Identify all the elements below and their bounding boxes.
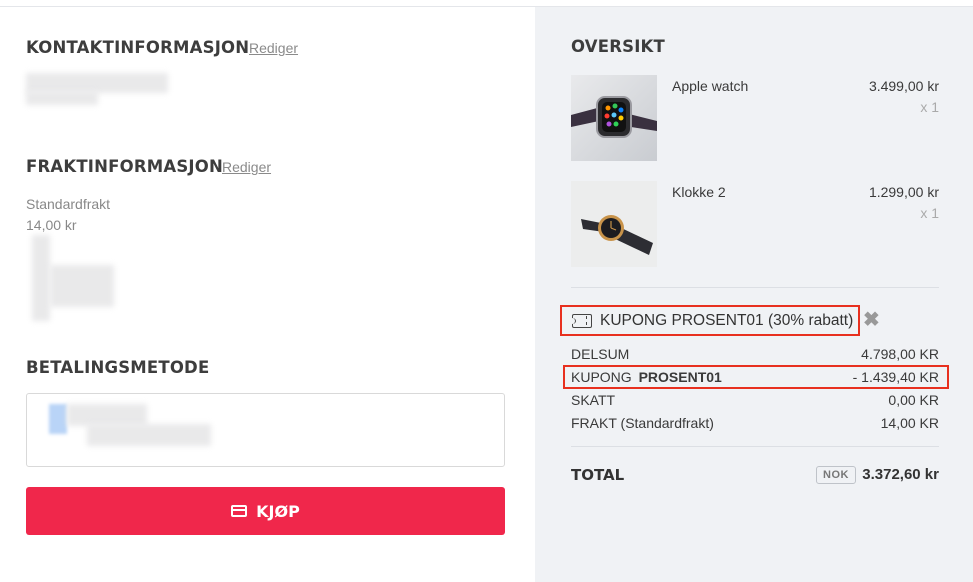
coupon-tag: KUPONG PROSENT01 (30% rabatt)	[560, 305, 860, 336]
order-overview: OVERSIKT Apple watch 3.499,00 kr x 1 Klo…	[535, 7, 973, 582]
divider	[571, 287, 939, 288]
contact-redacted-2	[26, 91, 98, 105]
card-redacted	[67, 404, 147, 426]
watch-image	[571, 181, 657, 267]
contact-title: KONTAKTINFORMASJON	[26, 38, 250, 57]
remove-coupon-icon[interactable]: ✖	[863, 310, 880, 330]
tax-value: 0,00 KR	[888, 392, 939, 408]
coupon-value: - 1.439,40 KR	[852, 369, 939, 385]
address-redacted-2	[50, 265, 114, 307]
item-name: Apple watch	[672, 78, 749, 94]
shipping-method: Standardfrakt	[26, 196, 111, 212]
contact-redacted	[26, 73, 168, 93]
total-label: TOTAL	[571, 466, 625, 484]
item-quantity: x 1	[920, 205, 939, 221]
credit-card-icon	[231, 505, 248, 517]
item-price: 1.299,00 kr	[868, 184, 939, 200]
item-quantity: x 1	[920, 99, 939, 115]
card-redacted-accent	[49, 404, 67, 434]
buy-button[interactable]: KJØP	[26, 487, 505, 535]
subtotal-row: DELSUM 4.798,00 KR	[571, 346, 939, 362]
coupon-discount-row: KUPONG PROSENT01 - 1.439,40 KR	[563, 365, 949, 389]
checkout-details: KONTAKTINFORMASJON Rediger FRAKTINFORMAS…	[0, 7, 535, 582]
contact-edit-link[interactable]: Rediger	[249, 40, 298, 56]
tax-row: SKATT 0,00 KR	[571, 392, 939, 408]
coupon-label: KUPONG	[571, 369, 632, 385]
coupon-discount-label: KUPONG PROSENT01	[571, 369, 722, 385]
shipping-edit-link[interactable]: Rediger	[222, 159, 271, 175]
shipping-price: 14,00 kr	[26, 217, 77, 233]
top-border	[0, 0, 973, 7]
payment-method-box[interactable]	[26, 393, 505, 467]
item-name: Klokke 2	[672, 184, 726, 200]
subtotal-value: 4.798,00 KR	[861, 346, 939, 362]
item-price: 3.499,00 kr	[868, 78, 939, 94]
freight-label: FRAKT (Standardfrakt)	[571, 415, 714, 431]
shipping-title: FRAKTINFORMASJON	[26, 157, 223, 176]
payment-title: BETALINGSMETODE	[26, 358, 210, 377]
subtotal-label: DELSUM	[571, 346, 630, 362]
freight-row: FRAKT (Standardfrakt) 14,00 KR	[571, 415, 939, 431]
total-value: 3.372,60 kr	[862, 466, 939, 483]
apple-watch-image	[571, 75, 657, 161]
buy-button-label: KJØP	[256, 501, 300, 521]
currency-badge: NOK	[816, 466, 856, 484]
card-redacted-2	[87, 424, 211, 446]
tax-label: SKATT	[571, 392, 616, 408]
ticket-icon	[569, 313, 592, 328]
divider	[571, 446, 939, 447]
address-redacted	[32, 235, 50, 321]
overview-title: OVERSIKT	[571, 37, 665, 56]
coupon-tag-label: KUPONG PROSENT01 (30% rabatt)	[600, 311, 854, 329]
freight-value: 14,00 KR	[880, 415, 939, 431]
coupon-code: PROSENT01	[638, 369, 722, 385]
